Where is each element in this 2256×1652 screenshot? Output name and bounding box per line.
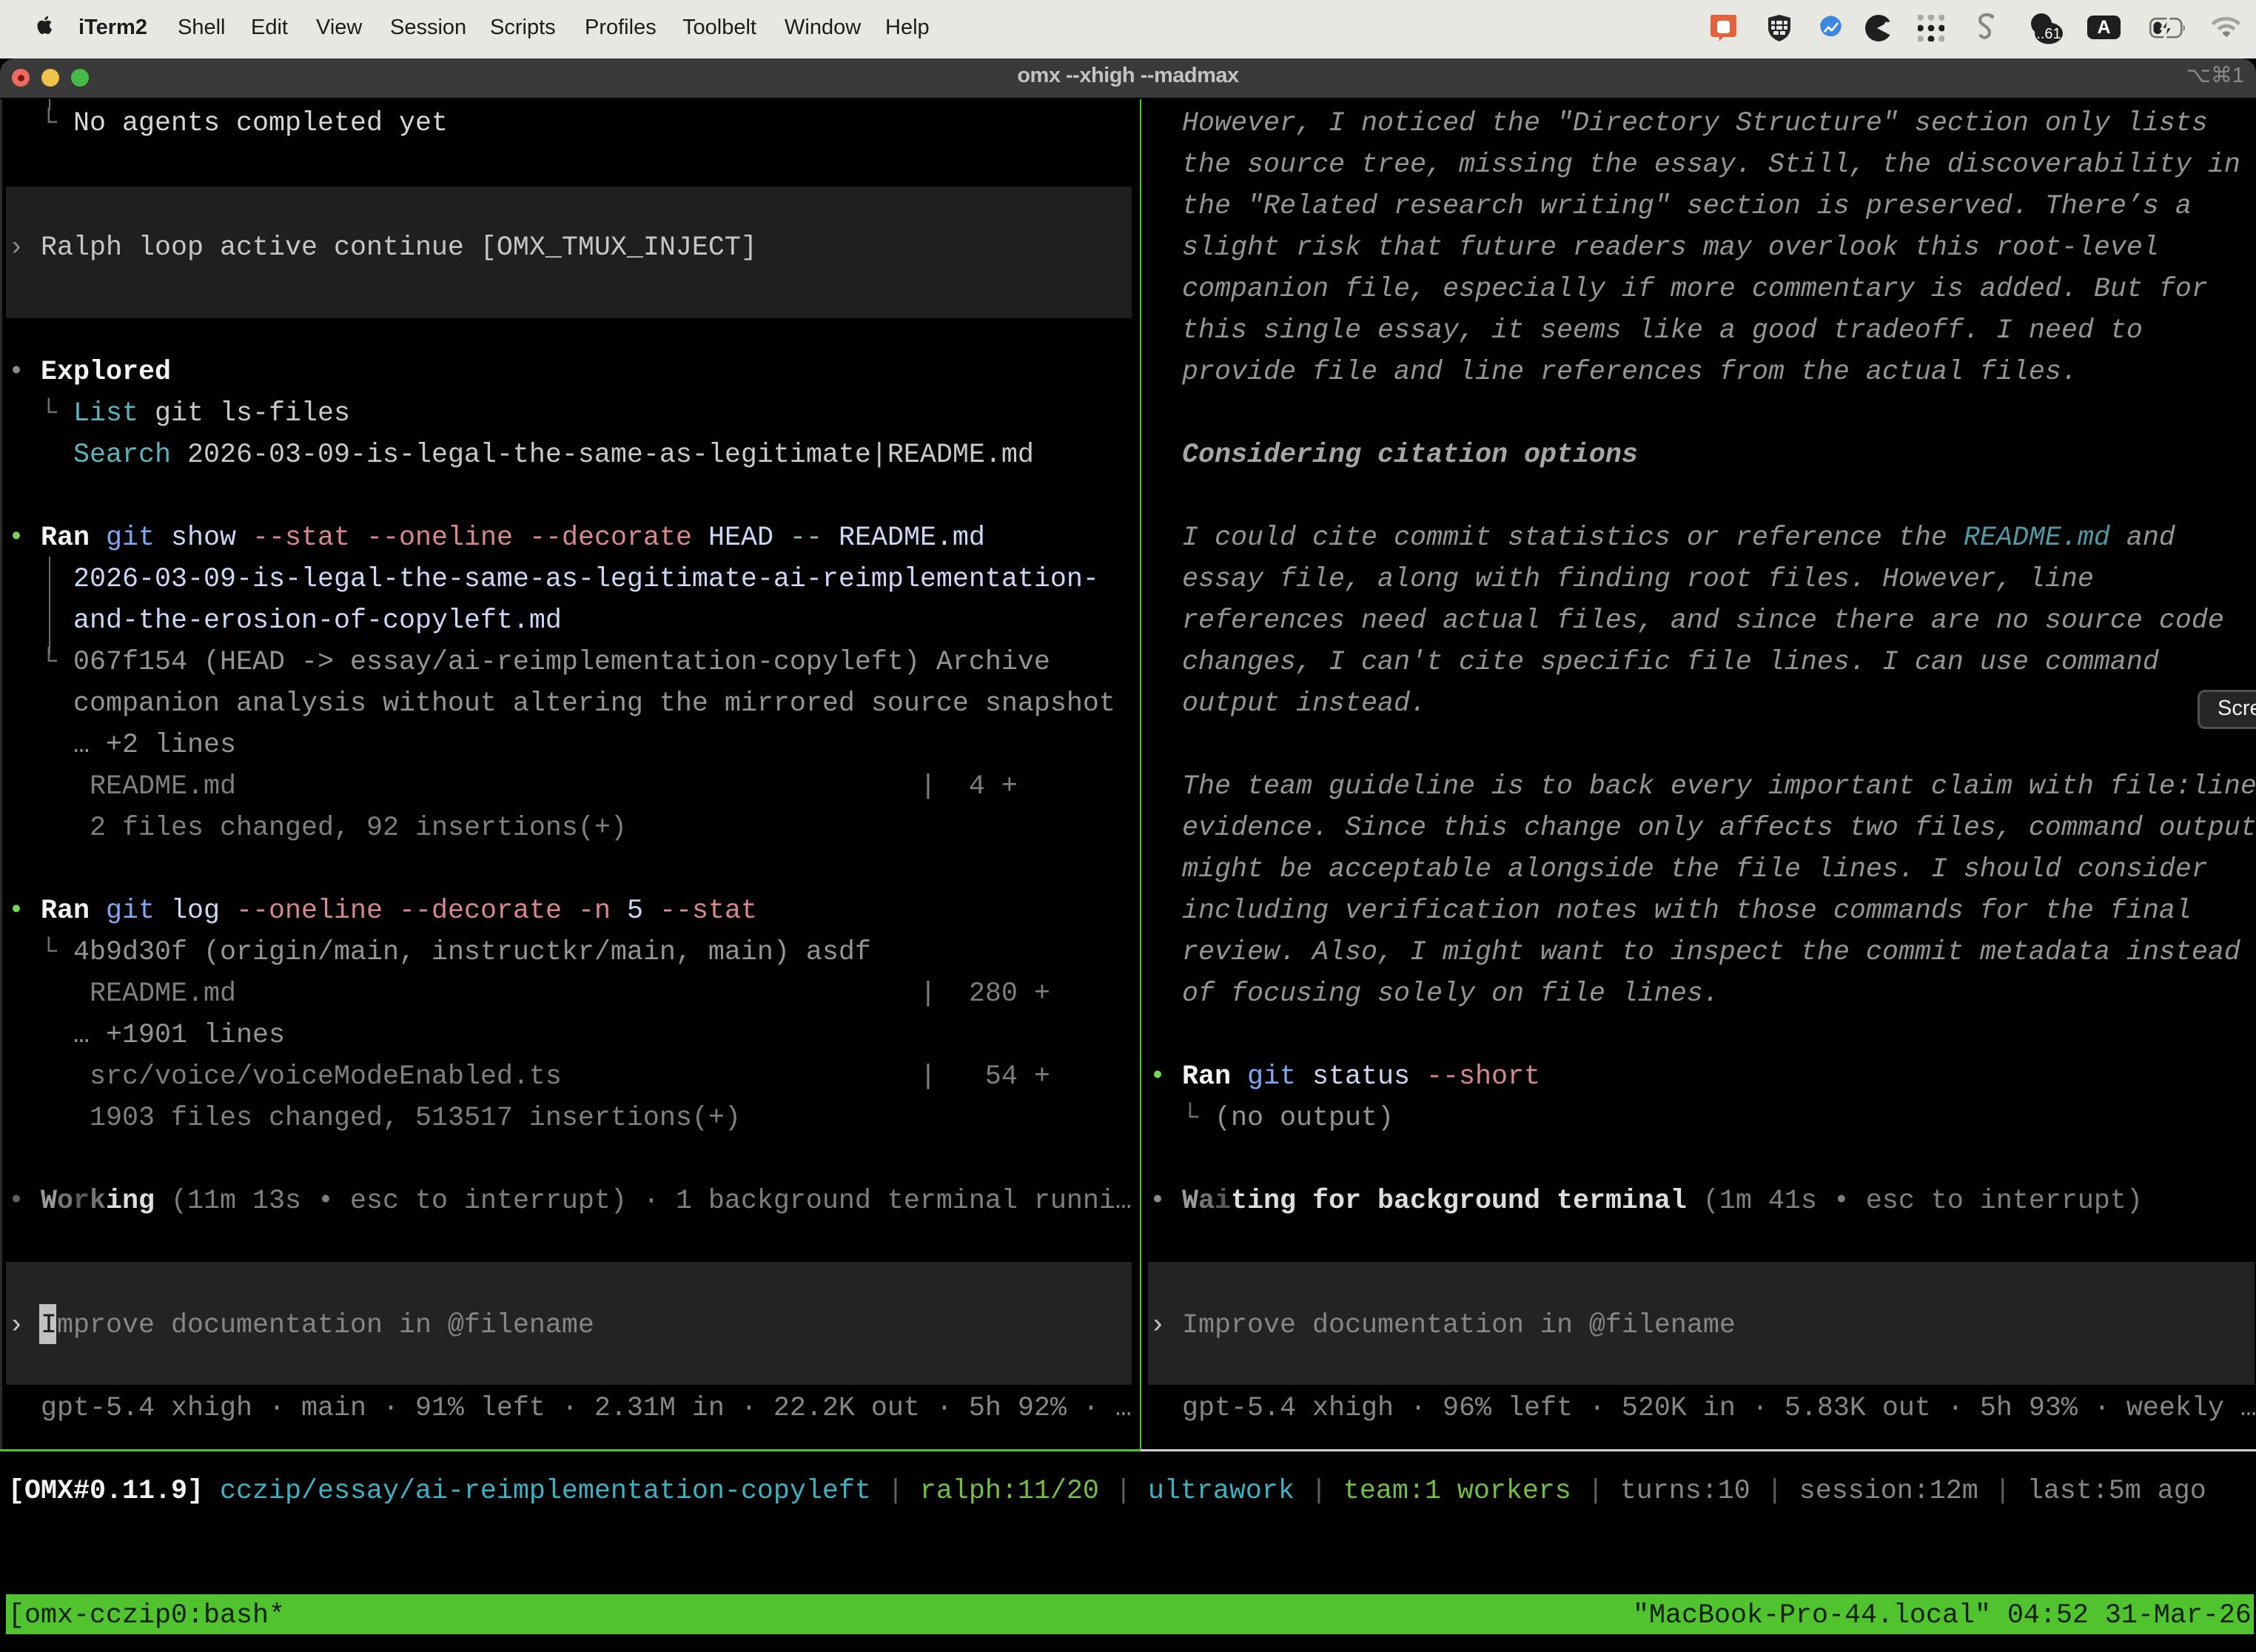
svg-text:..61: ..61	[2036, 26, 2061, 42]
